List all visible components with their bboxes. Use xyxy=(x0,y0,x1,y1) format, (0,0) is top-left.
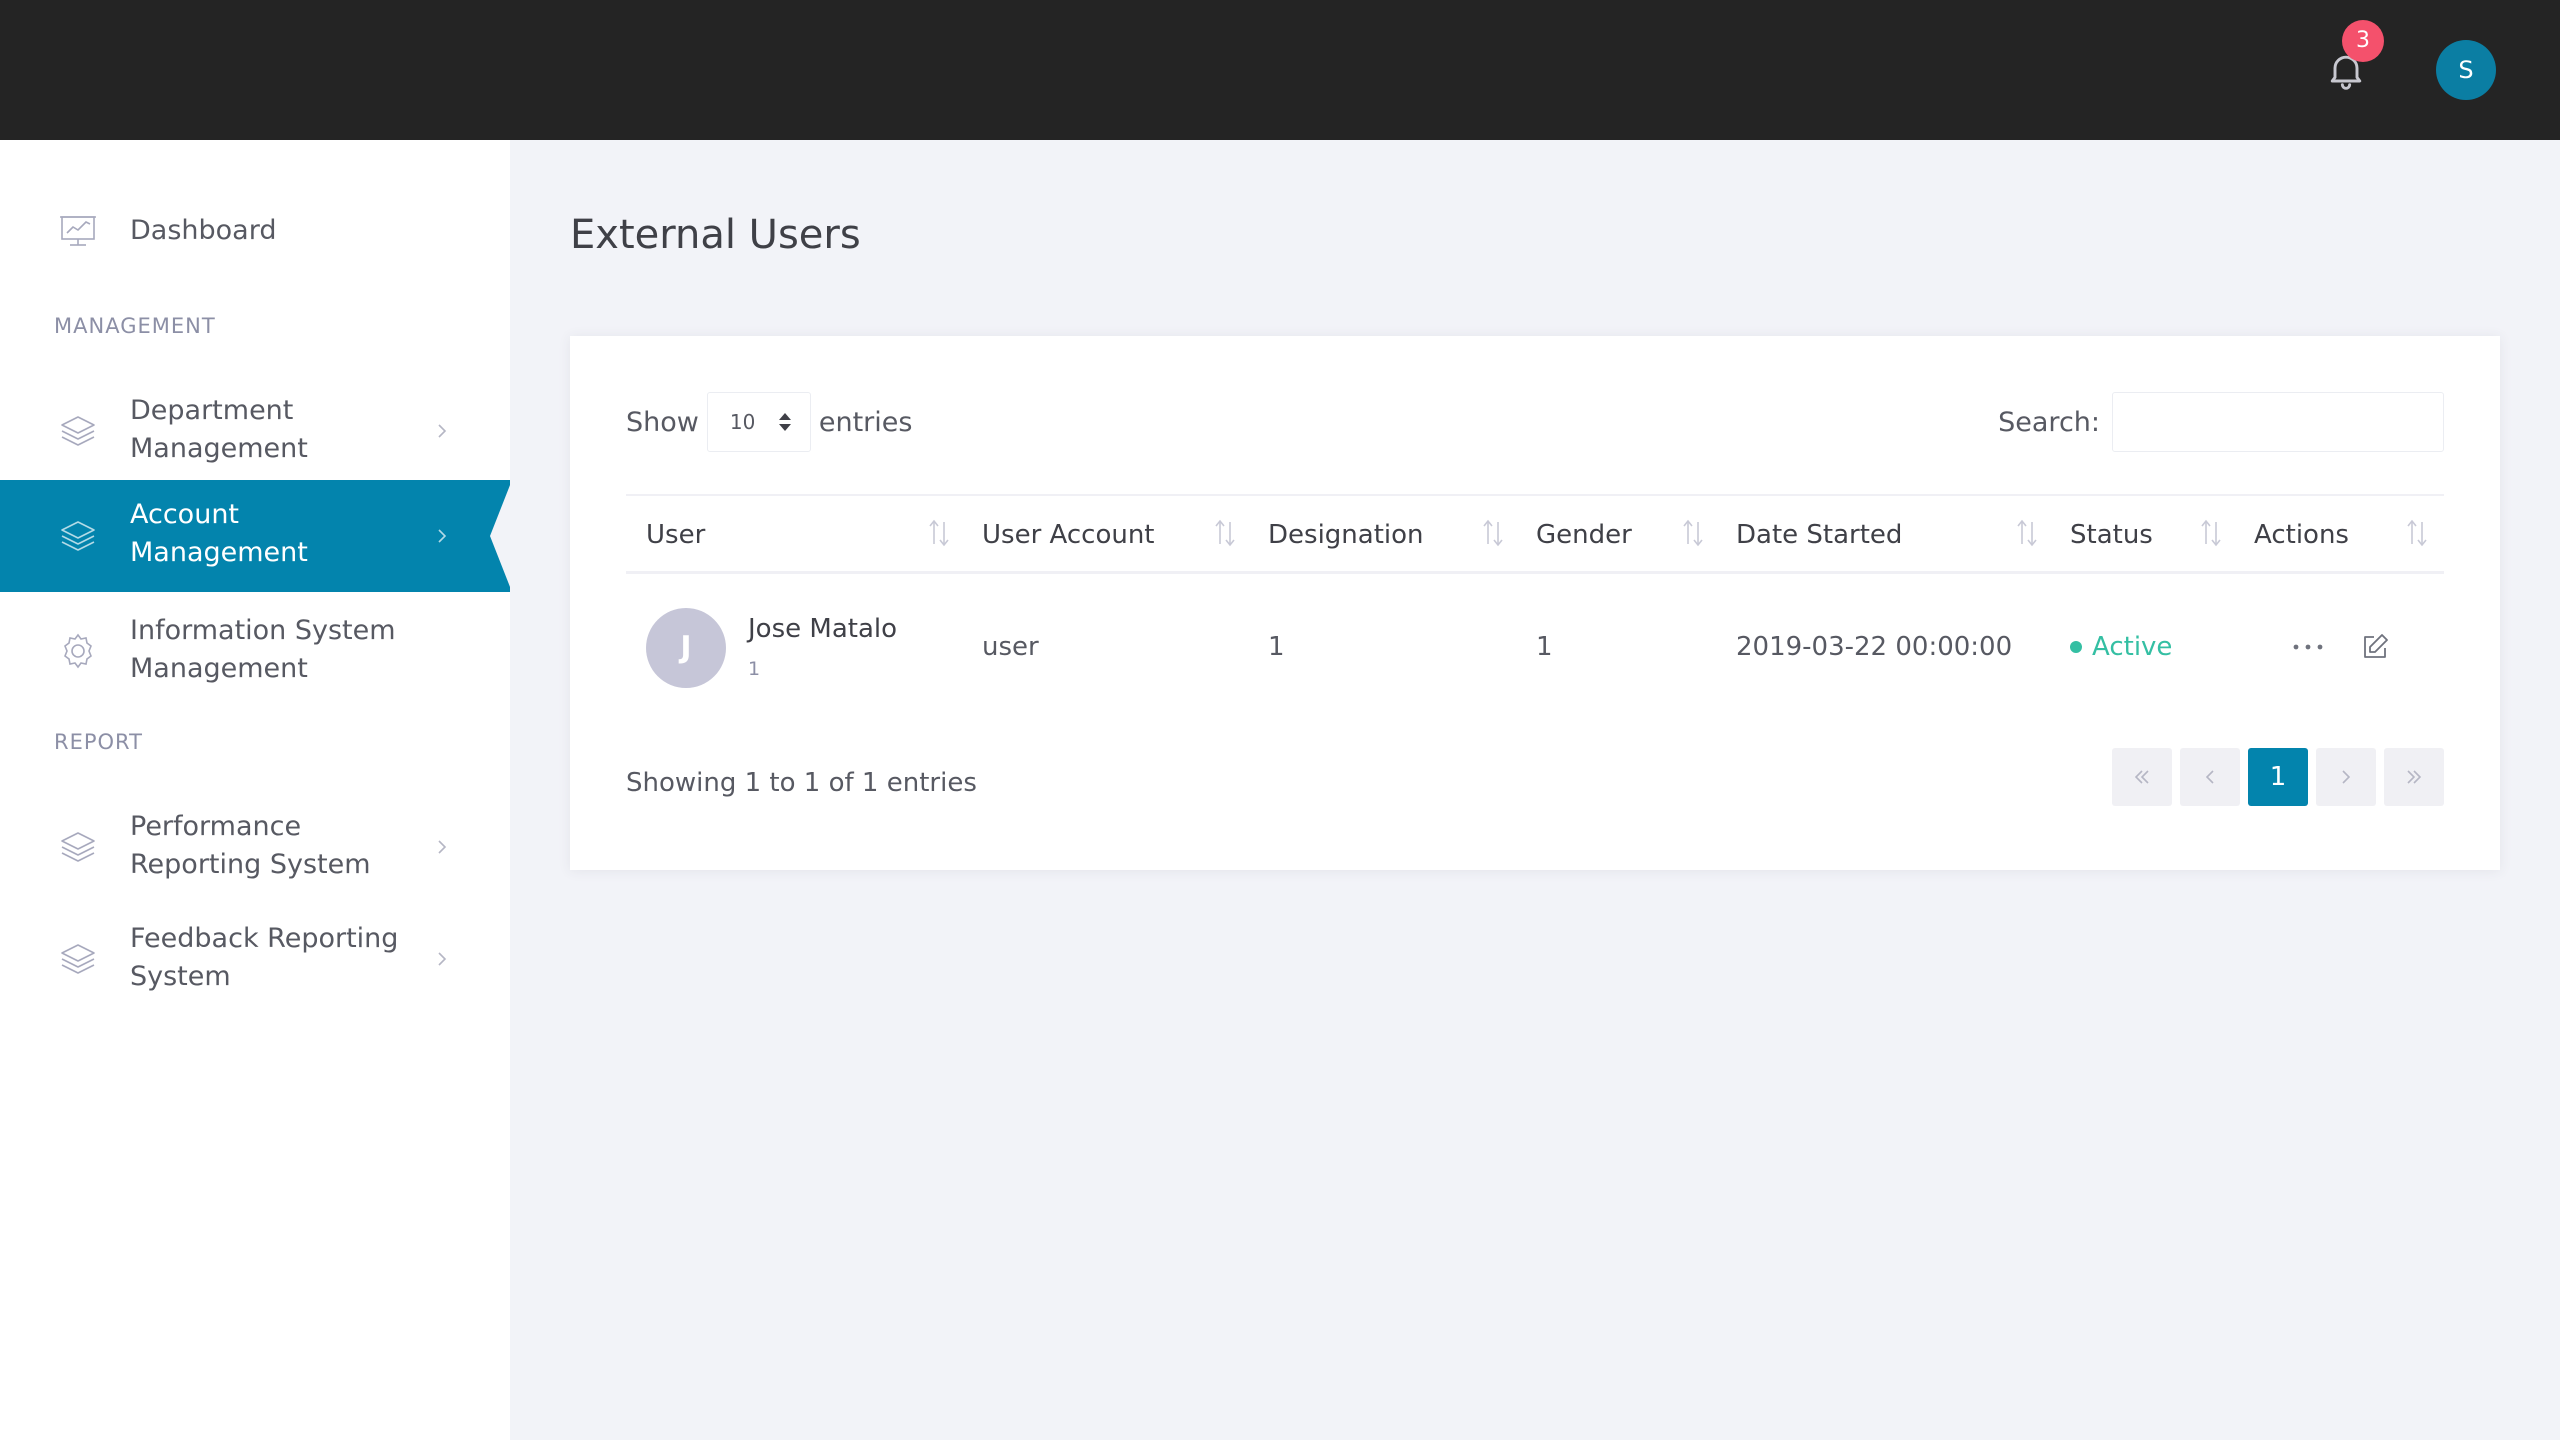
user-avatar-button[interactable]: S xyxy=(2436,40,2496,100)
chevron-right-icon xyxy=(430,524,454,548)
user-subtitle: 1 xyxy=(748,658,761,680)
top-bar xyxy=(0,0,2560,140)
entries-length-control: Show 10 entries xyxy=(626,392,912,452)
sidebar-item-label: Account Management xyxy=(130,499,308,568)
sidebar-item-department-management[interactable]: Department Management xyxy=(0,376,510,486)
chevron-right-icon xyxy=(430,835,454,859)
chevron-right-icon xyxy=(430,419,454,443)
column-header-date-started[interactable]: Date Started xyxy=(1736,496,1902,574)
entries-select[interactable]: 10 xyxy=(706,392,811,452)
more-options-icon[interactable] xyxy=(2290,632,2326,662)
table-info: Showing 1 to 1 of 1 entries xyxy=(626,768,977,798)
edit-icon[interactable] xyxy=(2360,632,2390,662)
sort-icon[interactable] xyxy=(1212,518,1238,548)
double-chevron-left-icon xyxy=(2134,770,2149,784)
sidebar-item-account-management[interactable]: Account Management xyxy=(0,480,512,592)
sidebar-item-label: Feedback Reporting System xyxy=(130,923,399,992)
status-badge: Active xyxy=(2070,632,2172,662)
sidebar-item-label: Information System Management xyxy=(130,615,396,684)
column-header-status[interactable]: Status xyxy=(2070,496,2153,574)
users-table-card: Show 10 entries Search: User User Accoun… xyxy=(570,336,2500,870)
section-label-management: MANAGEMENT xyxy=(54,314,216,338)
presentation-chart-icon xyxy=(58,211,98,251)
cell-gender: 1 xyxy=(1536,632,1553,662)
chevron-right-icon xyxy=(430,947,454,971)
search-label: Search: xyxy=(1998,406,2100,438)
table-header: User User Account Designation Gender Dat… xyxy=(626,494,2444,574)
sidebar-item-label: Performance Reporting System xyxy=(130,811,371,880)
sort-icon[interactable] xyxy=(1480,518,1506,548)
layers-icon xyxy=(58,939,98,979)
sidebar-item-label: Department Management xyxy=(130,395,308,464)
section-label-report: REPORT xyxy=(54,730,143,754)
column-header-user[interactable]: User xyxy=(646,496,705,574)
sidebar-item-performance-reporting-system[interactable]: Performance Reporting System xyxy=(0,792,510,902)
sort-icon[interactable] xyxy=(2014,518,2040,548)
sidebar-item-dashboard[interactable]: Dashboard xyxy=(0,202,510,260)
column-header-designation[interactable]: Designation xyxy=(1268,496,1424,574)
column-header-gender[interactable]: Gender xyxy=(1536,496,1632,574)
next-page-button[interactable] xyxy=(2316,748,2376,806)
show-label: Show xyxy=(626,406,699,438)
first-page-button[interactable] xyxy=(2112,748,2172,806)
notification-count-badge: 3 xyxy=(2342,20,2384,62)
page-title: External Users xyxy=(570,212,861,258)
double-chevron-right-icon xyxy=(2407,770,2422,784)
sort-icon[interactable] xyxy=(1680,518,1706,548)
status-dot-icon xyxy=(2070,641,2082,653)
column-header-actions[interactable]: Actions xyxy=(2254,496,2349,574)
user-name: Jose Matalo xyxy=(748,614,898,644)
sort-icon[interactable] xyxy=(2404,518,2430,548)
sidebar-item-feedback-reporting-system[interactable]: Feedback Reporting System xyxy=(0,904,510,1014)
layers-icon xyxy=(58,411,98,451)
user-initial-avatar: J xyxy=(646,608,726,688)
page-button-current[interactable]: 1 xyxy=(2248,748,2308,806)
column-header-user-account[interactable]: User Account xyxy=(982,496,1155,574)
cell-designation: 1 xyxy=(1268,632,1285,662)
search-control: Search: xyxy=(1998,392,2444,452)
sidebar-item-information-system-management[interactable]: Information System Management xyxy=(0,596,510,706)
search-input[interactable] xyxy=(2112,392,2444,452)
sidebar: Dashboard MANAGEMENT Department Manageme… xyxy=(0,140,512,1440)
cell-user-account: user xyxy=(982,632,1039,662)
table-row: J Jose Matalo 1 user 1 1 2019-03-22 00:0… xyxy=(626,574,2444,724)
last-page-button[interactable] xyxy=(2384,748,2444,806)
entries-label: entries xyxy=(818,406,913,438)
sidebar-item-label: Dashboard xyxy=(130,215,277,246)
sort-icon[interactable] xyxy=(2198,518,2224,548)
status-label: Active xyxy=(2092,632,2173,662)
sort-icon[interactable] xyxy=(926,518,952,548)
chevron-right-icon xyxy=(2342,770,2351,784)
select-arrows-icon xyxy=(778,413,791,431)
gear-icon xyxy=(58,631,98,671)
entries-select-value: 10 xyxy=(729,410,756,434)
cell-date-started: 2019-03-22 00:00:00 xyxy=(1736,632,2013,662)
previous-page-button[interactable] xyxy=(2180,748,2240,806)
chevron-left-icon xyxy=(2205,770,2214,784)
pagination: 1 xyxy=(2112,748,2444,806)
layers-icon xyxy=(58,827,98,867)
layers-icon xyxy=(58,516,98,556)
